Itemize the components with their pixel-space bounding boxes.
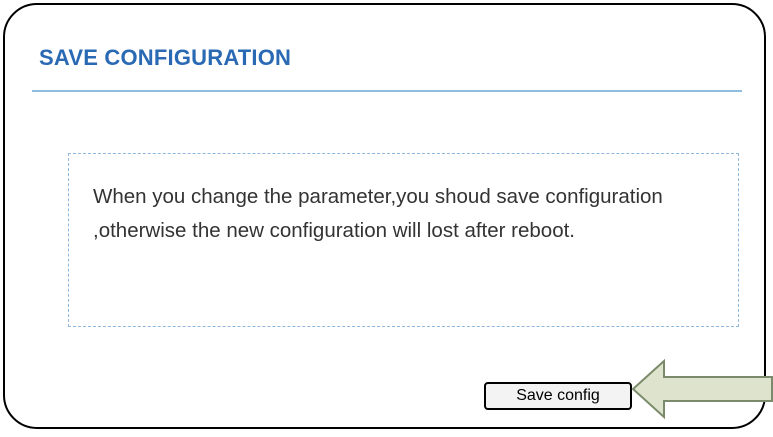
- save-config-button[interactable]: Save config: [484, 382, 632, 410]
- info-text: When you change the parameter,you shoud …: [93, 185, 663, 242]
- page-title: SAVE CONFIGURATION: [39, 45, 292, 70]
- left-arrow-icon: [631, 358, 773, 420]
- info-box: When you change the parameter,you shoud …: [68, 153, 739, 327]
- title-divider: [32, 90, 742, 92]
